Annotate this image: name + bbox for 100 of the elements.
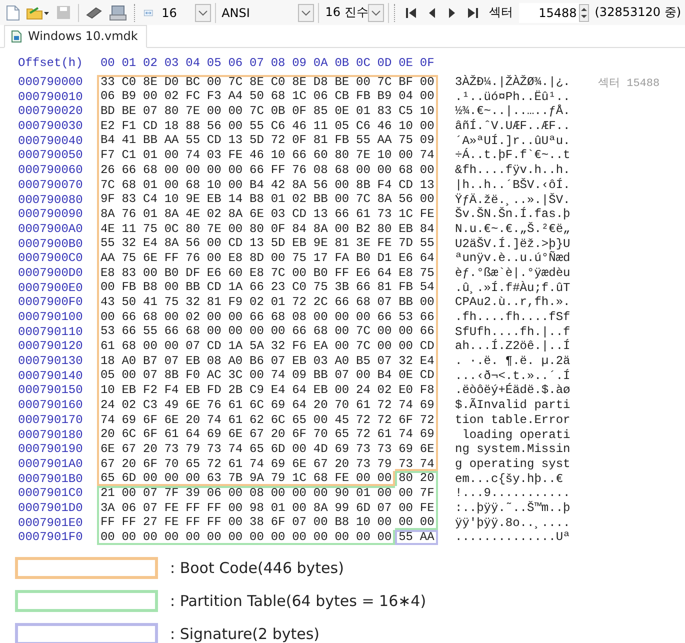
hex-byte: 06 <box>203 486 225 501</box>
hex-byte: 5A <box>248 339 265 354</box>
hex-byte: 72 <box>376 412 393 428</box>
hex-byte: 79 <box>184 442 202 457</box>
hex-byte: B4 <box>376 368 393 384</box>
file-tab[interactable]: Windows 10.vmdk <box>4 25 147 48</box>
hex-byte: 68 <box>270 310 286 324</box>
sector-total: (32853120 중) <box>594 4 682 21</box>
hex-byte: 8B <box>355 178 372 192</box>
hex-byte: 7D <box>398 236 414 251</box>
column-header: 0C <box>355 56 372 71</box>
hex-byte: 56 <box>398 192 414 207</box>
hex-byte: 00 <box>334 324 350 340</box>
hex-byte: 20 <box>142 442 158 457</box>
column-header: 05 <box>206 56 222 71</box>
hex-byte: 18 <box>97 354 118 368</box>
hex-byte: 69 <box>206 427 222 442</box>
hex-byte: 01 <box>352 486 374 501</box>
hex-byte: 81 <box>376 280 393 295</box>
hex-byte: BF <box>395 74 416 90</box>
hex-byte: 00 <box>312 412 329 428</box>
hex-byte: F4 <box>376 178 393 192</box>
hex-byte: 55 <box>416 236 438 251</box>
hex-byte: 00 <box>97 280 118 295</box>
hex-byte: 06 <box>120 500 138 516</box>
hex-byte: 1A <box>227 280 244 295</box>
hex-byte: 01 <box>270 295 286 310</box>
hex-byte: DF <box>184 266 202 280</box>
hex-byte: 8E <box>140 74 161 90</box>
hex-byte: 00 <box>227 500 244 516</box>
hex-byte: FE <box>331 471 353 486</box>
hex-byte: 80 <box>376 222 393 236</box>
row-offset: 0007900C0 <box>17 251 84 266</box>
hex-byte: 00 <box>398 148 414 163</box>
hex-byte: 00 <box>291 500 308 516</box>
text-dump: U2äŠV.Í.]ëž.>þ}U <box>455 236 572 251</box>
hex-byte: 00 <box>312 515 329 530</box>
hex-byte: 00 <box>334 310 350 324</box>
hex-byte: 20 <box>184 412 202 428</box>
hex-byte: 00 <box>160 530 182 545</box>
hex-byte: BB <box>184 280 202 295</box>
hex-byte: 7C <box>97 178 118 192</box>
hex-byte: 10 <box>398 118 414 134</box>
hex-byte: 67 <box>248 427 265 442</box>
hex-byte: 81 <box>334 236 350 251</box>
row-offset: 000790090 <box>17 207 84 222</box>
hex-byte: 00 <box>310 486 332 501</box>
hex-byte: 7C <box>355 192 372 207</box>
row-offset: 000790140 <box>17 368 84 383</box>
sector-field[interactable]: 15488 <box>518 2 589 22</box>
hex-byte: 65 <box>97 471 118 486</box>
hex-byte: 76 <box>206 398 222 412</box>
hex-byte: 6C <box>120 427 138 442</box>
hex-byte: CD <box>142 118 158 134</box>
hex-byte: 00 <box>163 178 180 192</box>
hex-byte: 75 <box>312 280 329 295</box>
text-dump: .¹..üó¤Ph..Ëû¹.. <box>455 90 572 104</box>
hex-byte: FF <box>206 500 222 516</box>
hex-byte: 9E <box>184 192 202 207</box>
charset-select[interactable]: ANSI <box>218 2 320 22</box>
hex-byte: 55 <box>97 236 118 251</box>
hex-byte: 00 <box>267 530 289 545</box>
hex-byte: C6 <box>355 118 372 134</box>
column-header: 0A <box>312 56 329 71</box>
hex-byte: 72 <box>206 456 222 472</box>
hex-byte: 00 <box>312 310 329 324</box>
hex-byte: 00 <box>248 368 265 384</box>
hex-byte: 70 <box>163 456 180 472</box>
hex-byte: 67 <box>312 456 329 472</box>
hex-byte: 98 <box>248 500 265 516</box>
hex-byte: 8A <box>312 500 329 516</box>
row-offset: 000790000 <box>17 75 84 90</box>
hex-byte: 80 <box>248 222 265 236</box>
hex-byte: 07 <box>142 104 158 119</box>
hex-byte: CD <box>416 368 438 384</box>
hex-byte: F2 <box>142 383 158 398</box>
number-base-select[interactable]: 16 진수 <box>321 2 390 22</box>
hex-byte: 73 <box>206 442 222 457</box>
hex-byte: 05 <box>97 368 118 384</box>
hex-byte: 73 <box>395 456 416 472</box>
row-offset: 0007901C0 <box>17 486 84 500</box>
row-offset: 000790060 <box>17 163 84 178</box>
hex-byte: 6E <box>291 456 308 472</box>
hex-byte: AA <box>163 133 180 148</box>
hex-byte: 00 <box>398 486 414 501</box>
hex-byte: C5 <box>398 104 414 119</box>
row-offset: 000790180 <box>17 428 84 442</box>
hex-byte: 66 <box>120 162 138 178</box>
hex-byte: 00 <box>352 471 374 486</box>
sector-caption: 섹터 15488 <box>598 76 660 90</box>
hex-byte: 6C <box>270 412 286 428</box>
hex-byte: EA <box>312 339 329 354</box>
hex-byte: 20 <box>97 427 118 442</box>
hex-byte: CD <box>416 339 438 354</box>
text-dump: SfUfh....fh.|..f <box>455 324 572 339</box>
hex-byte: 00 <box>142 266 158 280</box>
hex-byte: 74 <box>398 427 414 442</box>
hex-byte: 9F <box>97 192 118 207</box>
bytes-per-row-select[interactable]: 16 <box>158 2 216 22</box>
hex-byte: 00 <box>355 310 372 324</box>
